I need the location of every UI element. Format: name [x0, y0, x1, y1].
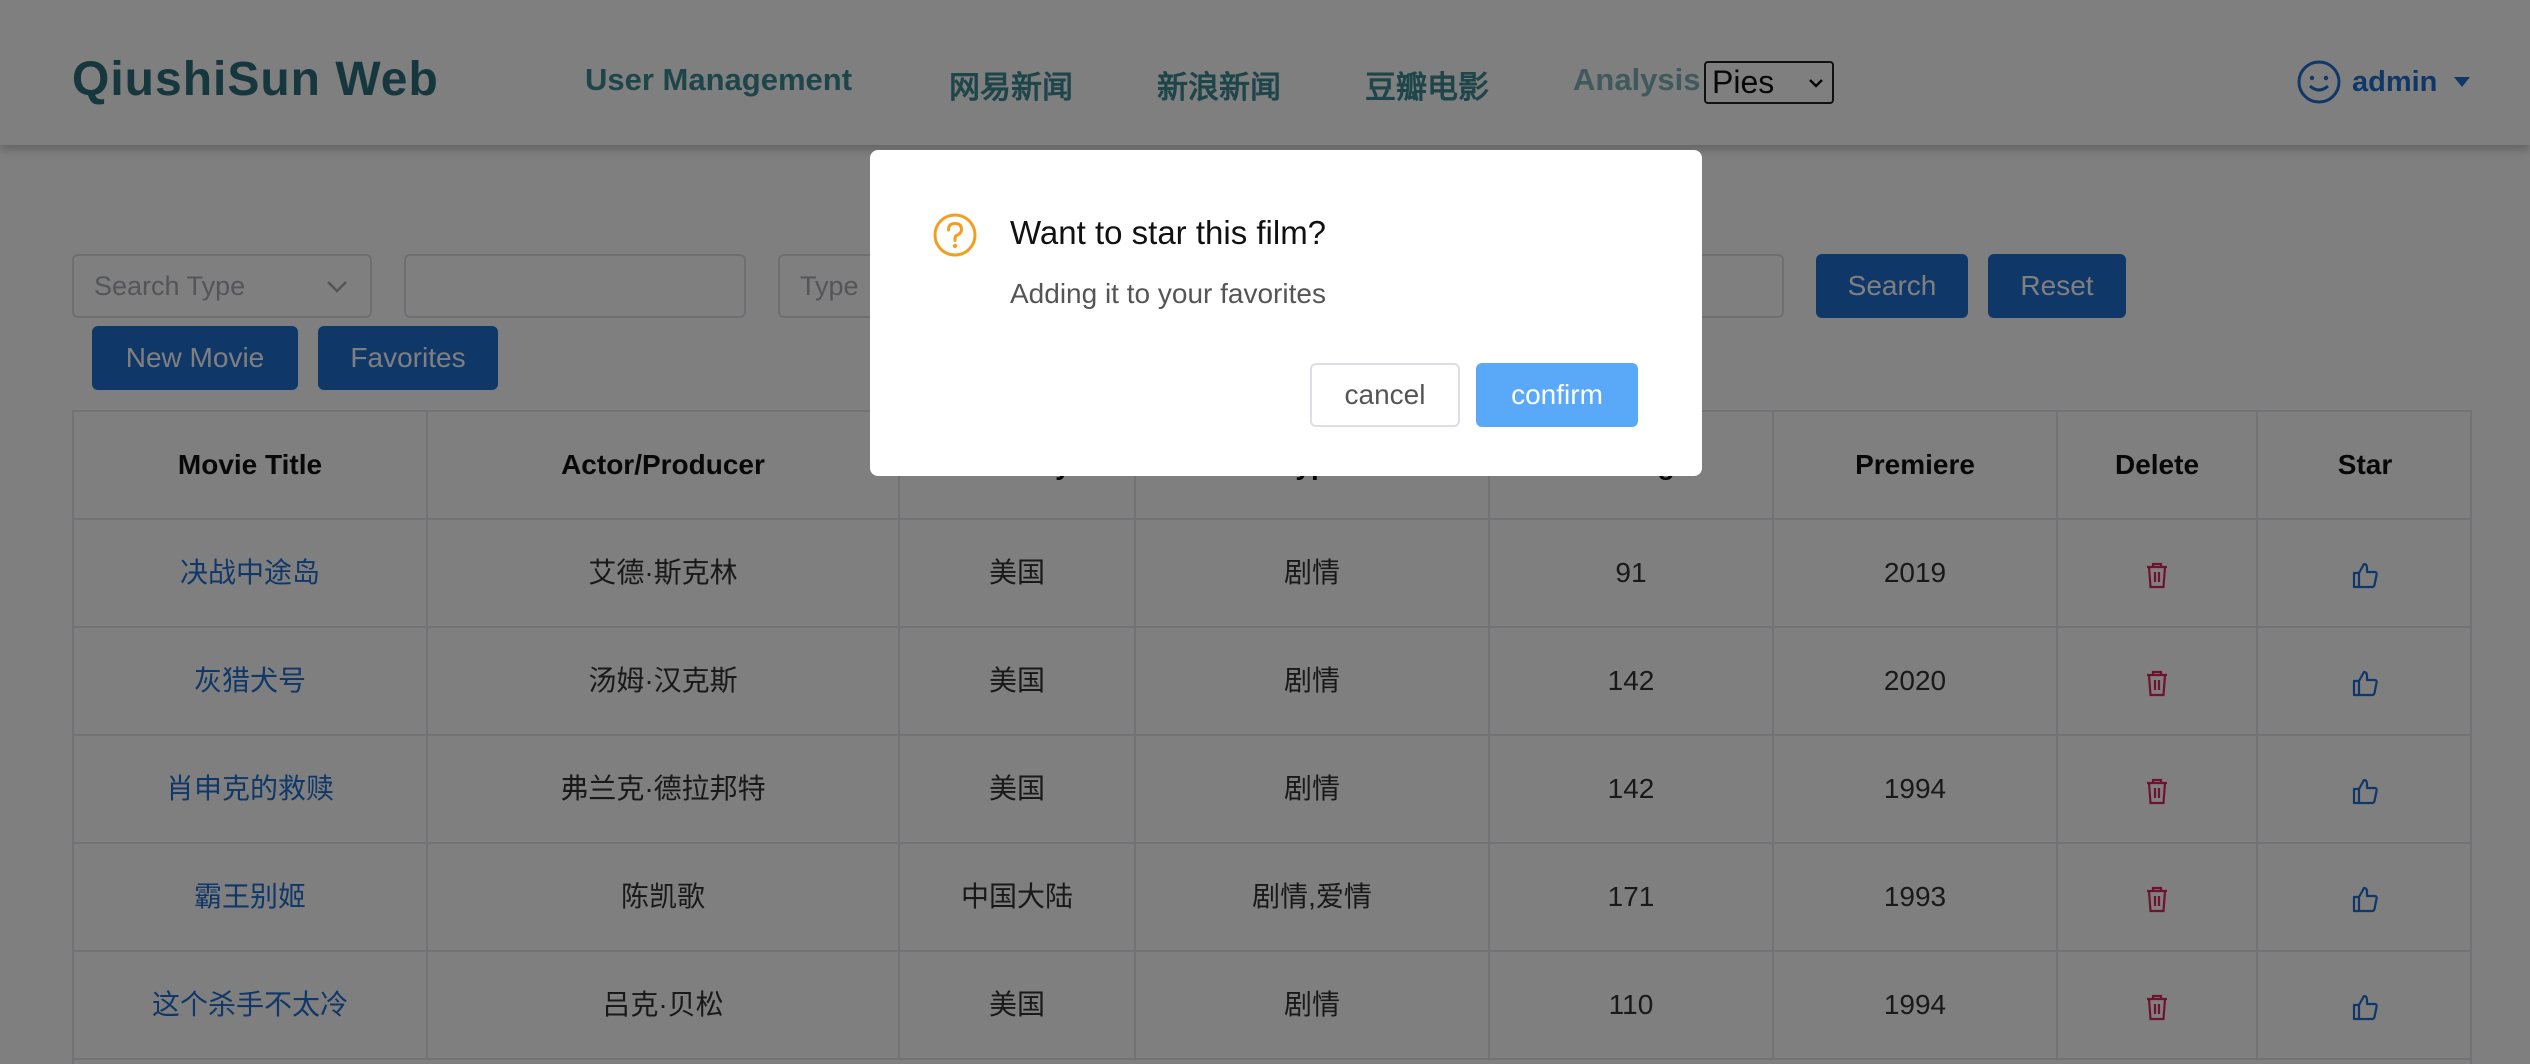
- confirm-dialog: Want to star this film? Adding it to you…: [870, 150, 1702, 476]
- question-icon: [933, 213, 977, 257]
- cancel-button[interactable]: cancel: [1310, 363, 1460, 427]
- dialog-title: Want to star this film?: [1010, 214, 1327, 251]
- dialog-message: Adding it to your favorites: [1010, 278, 1326, 309]
- confirm-button[interactable]: confirm: [1476, 363, 1638, 427]
